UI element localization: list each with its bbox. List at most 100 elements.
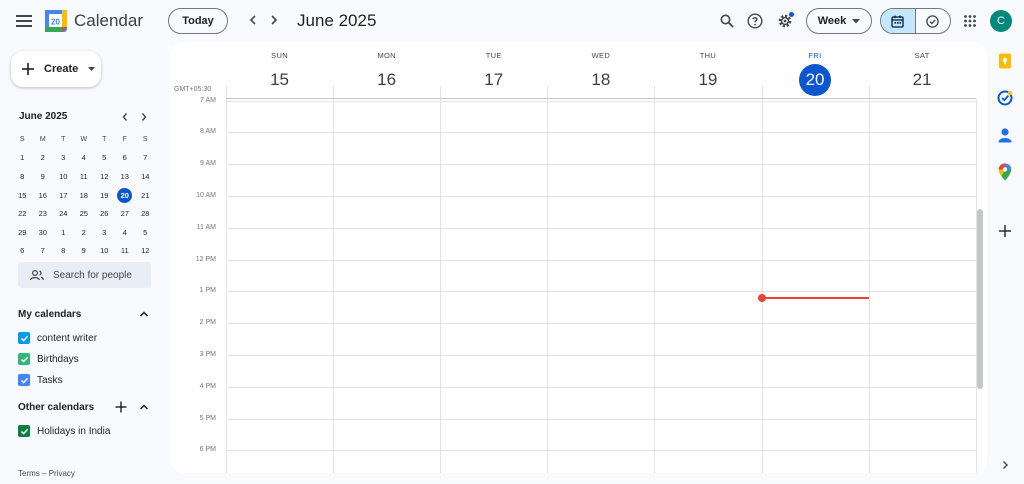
hour-label: 2 PM	[199, 319, 216, 327]
mini-calendar-day[interactable]: 20	[115, 186, 136, 205]
main-menu-button[interactable]	[10, 8, 38, 34]
mini-calendar-day[interactable]: 1	[53, 223, 74, 242]
mini-calendar-day[interactable]: 2	[33, 149, 54, 168]
my-calendars-header[interactable]: My calendars	[18, 306, 152, 322]
calendar-item-birthdays[interactable]: Birthdays	[18, 352, 79, 366]
search-button[interactable]	[717, 11, 737, 31]
mini-calendar-day[interactable]: 29	[12, 223, 33, 242]
mini-calendar-day[interactable]: 3	[53, 149, 74, 168]
view-switcher-dropdown[interactable]: Week	[806, 8, 872, 34]
mini-calendar-day[interactable]: 18	[74, 186, 95, 205]
mini-calendar-day[interactable]: 12	[94, 167, 115, 186]
day-number[interactable]: 20	[799, 64, 832, 96]
mini-calendar-day[interactable]: 9	[74, 242, 95, 261]
today-button[interactable]: Today	[168, 8, 228, 34]
mini-calendar-day[interactable]: 6	[12, 242, 33, 261]
mini-calendar-day[interactable]: 13	[115, 167, 136, 186]
mini-calendar-day[interactable]: 2	[74, 223, 95, 242]
mini-calendar-day[interactable]: 8	[12, 167, 33, 186]
calendar-checkbox[interactable]	[18, 425, 30, 437]
mini-calendar-day[interactable]: 11	[74, 167, 95, 186]
mini-calendar-day[interactable]: 1	[12, 149, 33, 168]
create-button[interactable]: Create	[11, 51, 101, 87]
hamburger-menu-icon	[16, 15, 32, 27]
hour-label: 11 AM	[196, 223, 216, 231]
support-button[interactable]	[745, 11, 765, 31]
mini-calendar-day[interactable]: 19	[94, 186, 115, 205]
terms-link[interactable]: Terms	[18, 469, 40, 478]
calendar-checkbox[interactable]	[18, 332, 30, 344]
maps-icon[interactable]	[996, 163, 1014, 181]
chevron-up-icon[interactable]	[138, 401, 150, 413]
add-calendar-icon[interactable]	[114, 400, 128, 414]
mini-calendar-day[interactable]: 7	[135, 149, 156, 168]
mini-calendar-day[interactable]: 25	[74, 204, 95, 223]
calendar-item-tasks[interactable]: Tasks	[18, 373, 63, 387]
mini-calendar-day[interactable]: 28	[135, 204, 156, 223]
day-number[interactable]: 17	[478, 64, 510, 96]
tasks-icon[interactable]	[996, 89, 1014, 107]
search-people-field[interactable]: Search for people	[18, 262, 151, 288]
contacts-icon[interactable]	[996, 126, 1014, 144]
mini-calendar-day[interactable]: 24	[53, 204, 74, 223]
mini-calendar-day[interactable]: 7	[33, 242, 54, 261]
hour-label: 8 AM	[200, 128, 216, 136]
mini-calendar-day[interactable]: 22	[12, 204, 33, 223]
mini-calendar-day[interactable]: 16	[33, 186, 54, 205]
hour-label: 9 AM	[200, 160, 216, 168]
plus-icon	[22, 63, 34, 75]
mini-calendar-day[interactable]: 8	[53, 242, 74, 261]
google-apps-button[interactable]	[960, 11, 980, 31]
keep-icon[interactable]	[996, 52, 1014, 70]
calendar-checkbox[interactable]	[18, 353, 30, 365]
current-time-dot	[757, 294, 766, 302]
day-number[interactable]: 19	[692, 64, 724, 96]
mini-calendar-day[interactable]: 12	[135, 242, 156, 261]
day-header-mon: MON 16	[333, 42, 440, 98]
mini-calendar-day[interactable]: 14	[135, 167, 156, 186]
mini-calendar-day[interactable]: 4	[74, 149, 95, 168]
calendar-view-toggle[interactable]	[881, 9, 916, 33]
mini-calendar-day[interactable]: 5	[135, 223, 156, 242]
search-people-placeholder: Search for people	[53, 269, 132, 281]
mini-calendar-day[interactable]: 5	[94, 149, 115, 168]
mini-calendar-day[interactable]: 21	[135, 186, 156, 205]
mini-calendar-day[interactable]: 10	[53, 167, 74, 186]
day-number[interactable]: 16	[371, 64, 403, 96]
add-addon-button[interactable]	[996, 222, 1014, 240]
day-number[interactable]: 21	[906, 64, 938, 96]
expand-side-panel-button[interactable]	[996, 456, 1014, 474]
week-view: GMT+05:30 SUN 15 MON 16 TUE 17 WED 18 THU 19 FRI 20…	[170, 42, 987, 473]
mini-calendar-prev-button[interactable]	[120, 110, 132, 124]
mini-calendar-day[interactable]: 15	[12, 186, 33, 205]
day-number[interactable]: 18	[585, 64, 617, 96]
mini-calendar-day[interactable]: 26	[94, 204, 115, 223]
next-week-button[interactable]	[265, 11, 283, 29]
privacy-link[interactable]: Privacy	[49, 469, 75, 478]
previous-week-button[interactable]	[244, 11, 262, 29]
chevron-up-icon[interactable]	[138, 308, 150, 320]
vertical-scrollbar[interactable]	[977, 209, 983, 389]
mini-calendar-day[interactable]: 4	[115, 223, 136, 242]
account-avatar[interactable]: C	[990, 10, 1012, 32]
mini-calendar-day[interactable]: 23	[33, 204, 54, 223]
calendar-item-content-writer[interactable]: content writer	[18, 331, 97, 345]
day-number[interactable]: 15	[264, 64, 296, 96]
time-grid[interactable]: 7 AM 8 AM 9 AM 10 AM 11 AM 12 PM 1 PM 2 PM 3 PM 4…	[170, 97, 978, 473]
hour-gridline	[226, 164, 976, 166]
mini-calendar-day[interactable]: 27	[115, 204, 136, 223]
mini-calendar-day[interactable]: 6	[115, 149, 136, 168]
tasks-view-toggle[interactable]	[916, 9, 951, 33]
other-calendars-header[interactable]: Other calendars	[18, 399, 152, 415]
calendar-item-holidays-in-india[interactable]: Holidays in India	[18, 424, 110, 438]
mini-calendar-day[interactable]: 11	[115, 242, 136, 261]
mini-calendar-next-button[interactable]	[139, 110, 151, 124]
mini-calendar-day[interactable]: 9	[33, 167, 54, 186]
day-name: TUE	[485, 51, 502, 60]
mini-calendar-day[interactable]: 3	[94, 223, 115, 242]
calendar-logo-icon[interactable]: 20	[45, 10, 67, 32]
mini-calendar-day[interactable]: 17	[53, 186, 74, 205]
mini-calendar-day[interactable]: 10	[94, 242, 115, 261]
mini-calendar-day[interactable]: 30	[33, 223, 54, 242]
calendar-checkbox[interactable]	[18, 374, 30, 386]
